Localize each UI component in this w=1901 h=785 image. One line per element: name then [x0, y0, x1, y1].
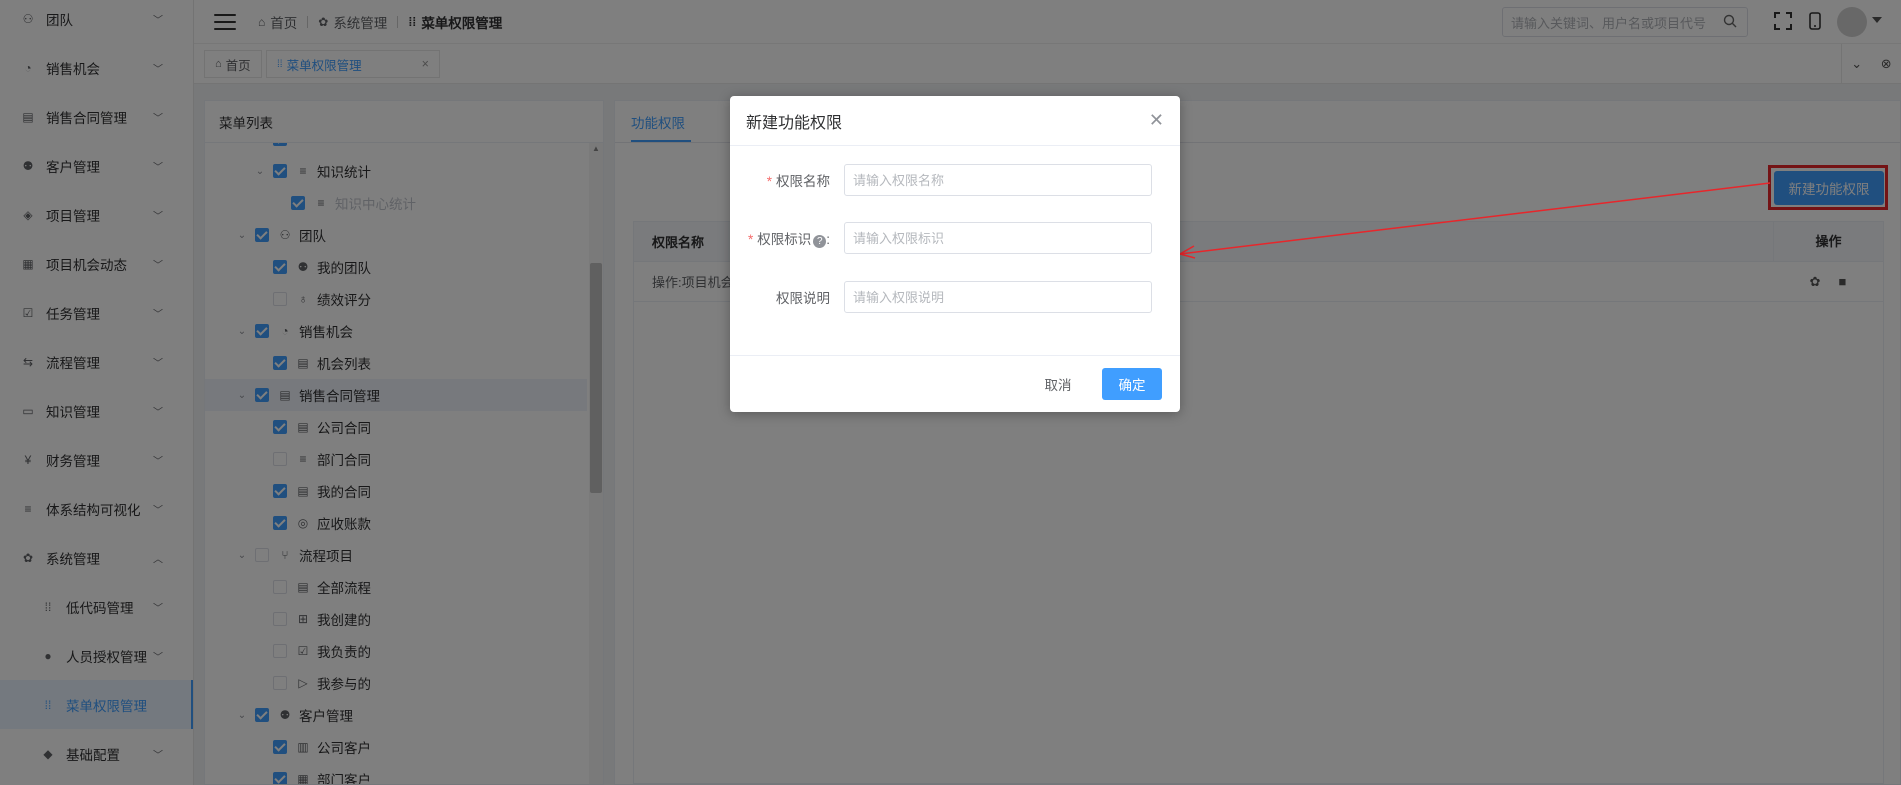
close-icon[interactable]: ✕: [1149, 110, 1164, 131]
help-icon[interactable]: ?: [813, 235, 827, 248]
field-permission-key: * 权限标识?:: [730, 222, 1180, 254]
dialog-footer: 取消 确定: [730, 355, 1180, 412]
confirm-button[interactable]: 确定: [1102, 368, 1162, 400]
permission-name-label: * 权限名称: [766, 174, 830, 189]
cancel-button[interactable]: 取消: [1030, 368, 1086, 400]
dialog-title: 新建功能权限: [746, 114, 843, 132]
field-permission-name: * 权限名称: [730, 164, 1180, 196]
new-permission-dialog: 新建功能权限 ✕ *权限名称 *权限标识?: 权限说明 取消 确定: [730, 96, 1180, 412]
permission-key-input[interactable]: [844, 222, 1152, 254]
permission-desc-input[interactable]: [844, 281, 1152, 313]
field-permission-desc: 权限说明: [730, 281, 1180, 313]
dialog-header: 新建功能权限 ✕: [730, 96, 1180, 146]
permission-key-label: * 权限标识?:: [747, 232, 830, 248]
permission-desc-label: 权限说明: [776, 291, 830, 306]
permission-name-input[interactable]: [844, 164, 1152, 196]
